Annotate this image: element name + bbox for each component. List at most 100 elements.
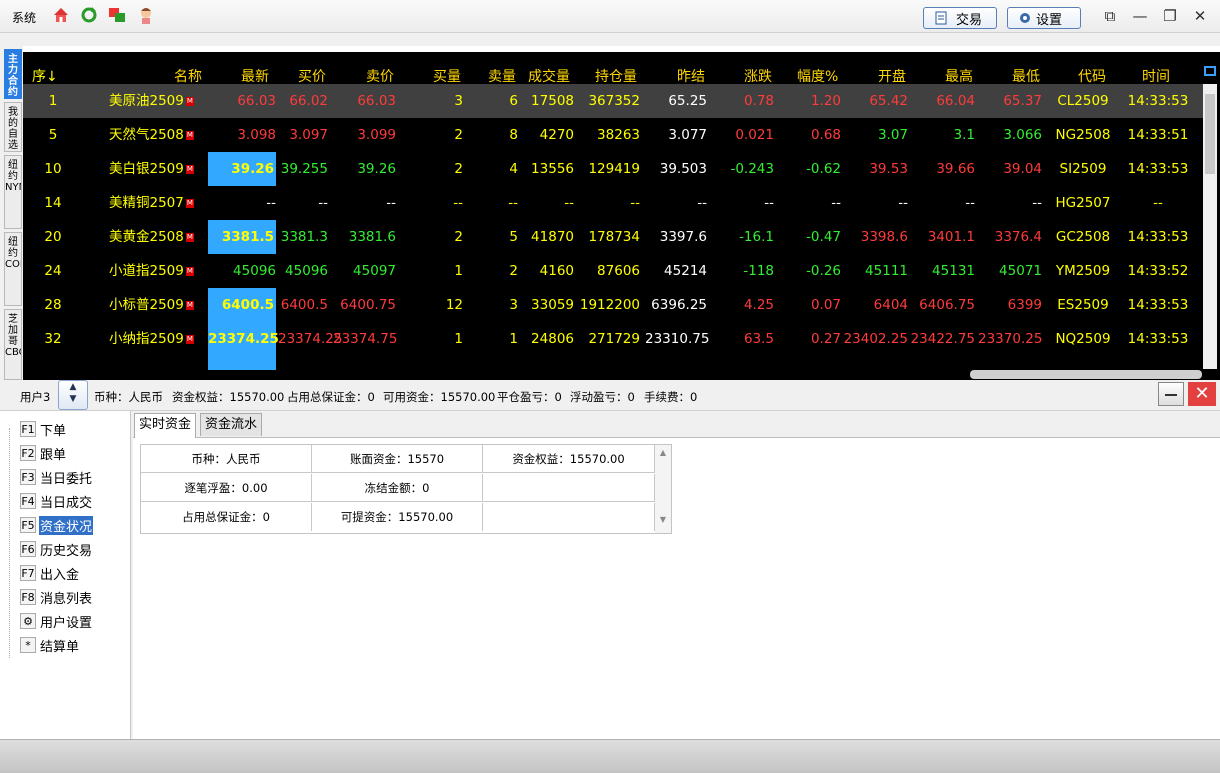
cell-last: 3381.5 — [208, 220, 276, 254]
fund-table-scrollbar[interactable]: ▲ ▼ — [655, 445, 671, 533]
cell-vol-text: 33059 — [531, 297, 574, 313]
tab-main-contracts[interactable]: 主力合约 — [4, 49, 22, 99]
col-pre[interactable]: 昨结 — [677, 66, 705, 86]
nav-key: F2 — [20, 445, 36, 461]
tab-nymex[interactable]: 纽约NYMEX — [4, 155, 22, 229]
table-row[interactable]: 5 天然气2508 M 3.098 3.097 3.099 2 8 4270 38263 3.077… — [23, 118, 1203, 152]
nav-item-7[interactable]: F7 出入金 — [20, 563, 80, 583]
close-icon[interactable]: ✕ — [1190, 6, 1210, 26]
cell-time-text: 14:33:53 — [1127, 297, 1189, 313]
nav-item-4[interactable]: F4 当日成交 — [20, 491, 93, 511]
cell-pre-text: 39.503 — [659, 161, 707, 177]
tab-cbot[interactable]: 芝加哥CBOT — [4, 309, 22, 380]
col-name[interactable]: 名称 — [174, 66, 202, 86]
cell-code-text: GC2508 — [1055, 229, 1111, 245]
col-vol[interactable]: 成交量 — [528, 66, 570, 86]
col-pct[interactable]: 幅度% — [797, 66, 838, 86]
cell-pre-text: 65.25 — [668, 93, 707, 109]
settings-label: 设置 — [1036, 12, 1063, 28]
grid-vertical-scrollbar[interactable] — [1203, 84, 1217, 369]
grid-settings-icon[interactable] — [1204, 66, 1216, 76]
user-label: 用户3 — [20, 390, 51, 404]
cell-high-text: 23422.75 — [910, 331, 975, 347]
cell-name-text: 小纳指2509 — [109, 331, 184, 347]
cell-oi-text: 38263 — [597, 127, 640, 143]
col-last[interactable]: 最新 — [241, 66, 269, 86]
windows-icon[interactable] — [108, 6, 126, 24]
cell-pct-text: 0.68 — [810, 127, 841, 143]
panel-minimize-button[interactable] — [1158, 382, 1184, 406]
cell-ask-text: 23374.75 — [333, 331, 398, 347]
col-ask[interactable]: 卖价 — [366, 66, 394, 86]
col-time[interactable]: 时间 — [1142, 66, 1170, 86]
col-bidv[interactable]: 买量 — [433, 66, 461, 86]
cell-last-text: 66.03 — [237, 93, 276, 109]
table-row[interactable]: 14 美精铜2507 M -- -- -- -- -- -- -- -- -- -- -- -- -- HG25… — [23, 186, 1203, 220]
col-code[interactable]: 代码 — [1078, 66, 1106, 86]
margin-text: 占用总保证金：0 — [287, 390, 375, 404]
refresh-icon[interactable] — [80, 6, 98, 24]
panel-close-button[interactable]: ✕ — [1188, 382, 1216, 406]
tab-fund-flow[interactable]: 资金流水 — [200, 413, 263, 436]
col-askv[interactable]: 卖量 — [488, 66, 516, 86]
table-row[interactable]: 28 小标普2509 M 6400.5 6400.5 6400.75 12 3 33059 191… — [23, 288, 1203, 322]
col-low[interactable]: 最低 — [1012, 66, 1040, 86]
trade-button[interactable]: 交易 — [923, 7, 997, 29]
cell-last: -- — [208, 186, 276, 220]
account-summary-bar: 用户3 ▲ ▼ 币种：人民币 资金权益：15570.00 占用总保证金：0 可用资… — [0, 380, 1220, 411]
cell-bidv: -- — [418, 186, 463, 220]
tab-comex[interactable]: 纽约COMEX — [4, 232, 22, 306]
col-open[interactable]: 开盘 — [878, 66, 906, 86]
nav-item-10[interactable]: * 结算单 — [20, 635, 80, 655]
cell-oi-text: 178734 — [588, 229, 640, 245]
nav-key: F8 — [20, 589, 36, 605]
col-seq[interactable]: 序↓ — [32, 66, 58, 86]
nav-item-9[interactable]: ⚙ 用户设置 — [20, 611, 93, 631]
home-icon[interactable] — [52, 6, 70, 24]
user-spinner[interactable]: ▲ ▼ — [58, 380, 88, 410]
cell-open-text: 6404 — [873, 297, 908, 313]
cell-oi: 178734 — [578, 220, 640, 254]
table-row-partial[interactable] — [23, 356, 1203, 370]
nav-item-1[interactable]: F1 下单 — [20, 419, 67, 439]
nav-item-2[interactable]: F2 跟单 — [20, 443, 67, 463]
scroll-thumb[interactable] — [1205, 94, 1215, 174]
cell-pct-text: 0.27 — [810, 331, 841, 347]
tab-realtime-funds[interactable]: 实时资金 — [134, 413, 197, 438]
cell-vol-text: -- — [564, 195, 574, 211]
nav-item-8[interactable]: F8 消息列表 — [20, 587, 93, 607]
cell-askv: 4 — [473, 152, 518, 186]
nav-label: 当日委托 — [40, 471, 93, 487]
restore-icon[interactable]: ❐ — [1160, 6, 1180, 26]
table-row[interactable]: 20 美黄金2508 M 3381.5 3381.3 3381.6 2 5 41870 17873… — [23, 220, 1203, 254]
table-row[interactable]: 10 美白银2509 M 39.26 39.255 39.26 2 4 13556 129419 3… — [23, 152, 1203, 186]
nav-item-5[interactable]: F5 资金状况 — [20, 515, 94, 535]
cell-last-text: 3.098 — [237, 127, 276, 143]
cell-askv-text: -- — [508, 195, 518, 211]
cell-low-text: -- — [1032, 195, 1042, 211]
cell-seq: 32 — [23, 322, 83, 356]
nav-item-3[interactable]: F3 当日委托 — [20, 467, 93, 487]
tab-watchlist[interactable]: 我的自选 — [4, 102, 22, 152]
nav-item-6[interactable]: F6 历史交易 — [20, 539, 93, 559]
cell-name-text: 美原油2509 — [109, 93, 184, 109]
col-bid[interactable]: 买价 — [298, 66, 326, 86]
cell-code: YM2509 — [1048, 254, 1118, 288]
col-oi[interactable]: 持仓量 — [595, 66, 637, 86]
cell-time-text: -- — [1153, 195, 1163, 211]
market-tag-icon: M — [185, 334, 194, 344]
grid-horizontal-scrollbar[interactable] — [970, 370, 1202, 379]
cell-chg: 4.25 — [713, 288, 774, 322]
table-row[interactable]: 1 美原油2509 M 66.03 66.02 66.03 3 6 17508 367352 65.… — [23, 84, 1203, 118]
menu-system[interactable]: 系统 — [12, 9, 36, 26]
cell-chg: 0.78 — [713, 84, 774, 118]
popout-icon[interactable]: ⧉ — [1100, 6, 1120, 26]
table-row[interactable]: 32 小纳指2509 M 23374.25 23374.25 23374.75 1 1 2480… — [23, 322, 1203, 356]
settings-button[interactable]: 设置 — [1007, 7, 1081, 29]
col-high[interactable]: 最高 — [945, 66, 973, 86]
user-avatar-icon[interactable] — [137, 6, 155, 24]
col-chg[interactable]: 涨跌 — [744, 66, 772, 86]
table-row[interactable]: 24 小道指2509 M 45096 45096 45097 1 2 4160 87606 4521… — [23, 254, 1203, 288]
minimize-icon[interactable]: — — [1130, 6, 1150, 26]
cell-last: 6400.5 — [208, 288, 276, 322]
